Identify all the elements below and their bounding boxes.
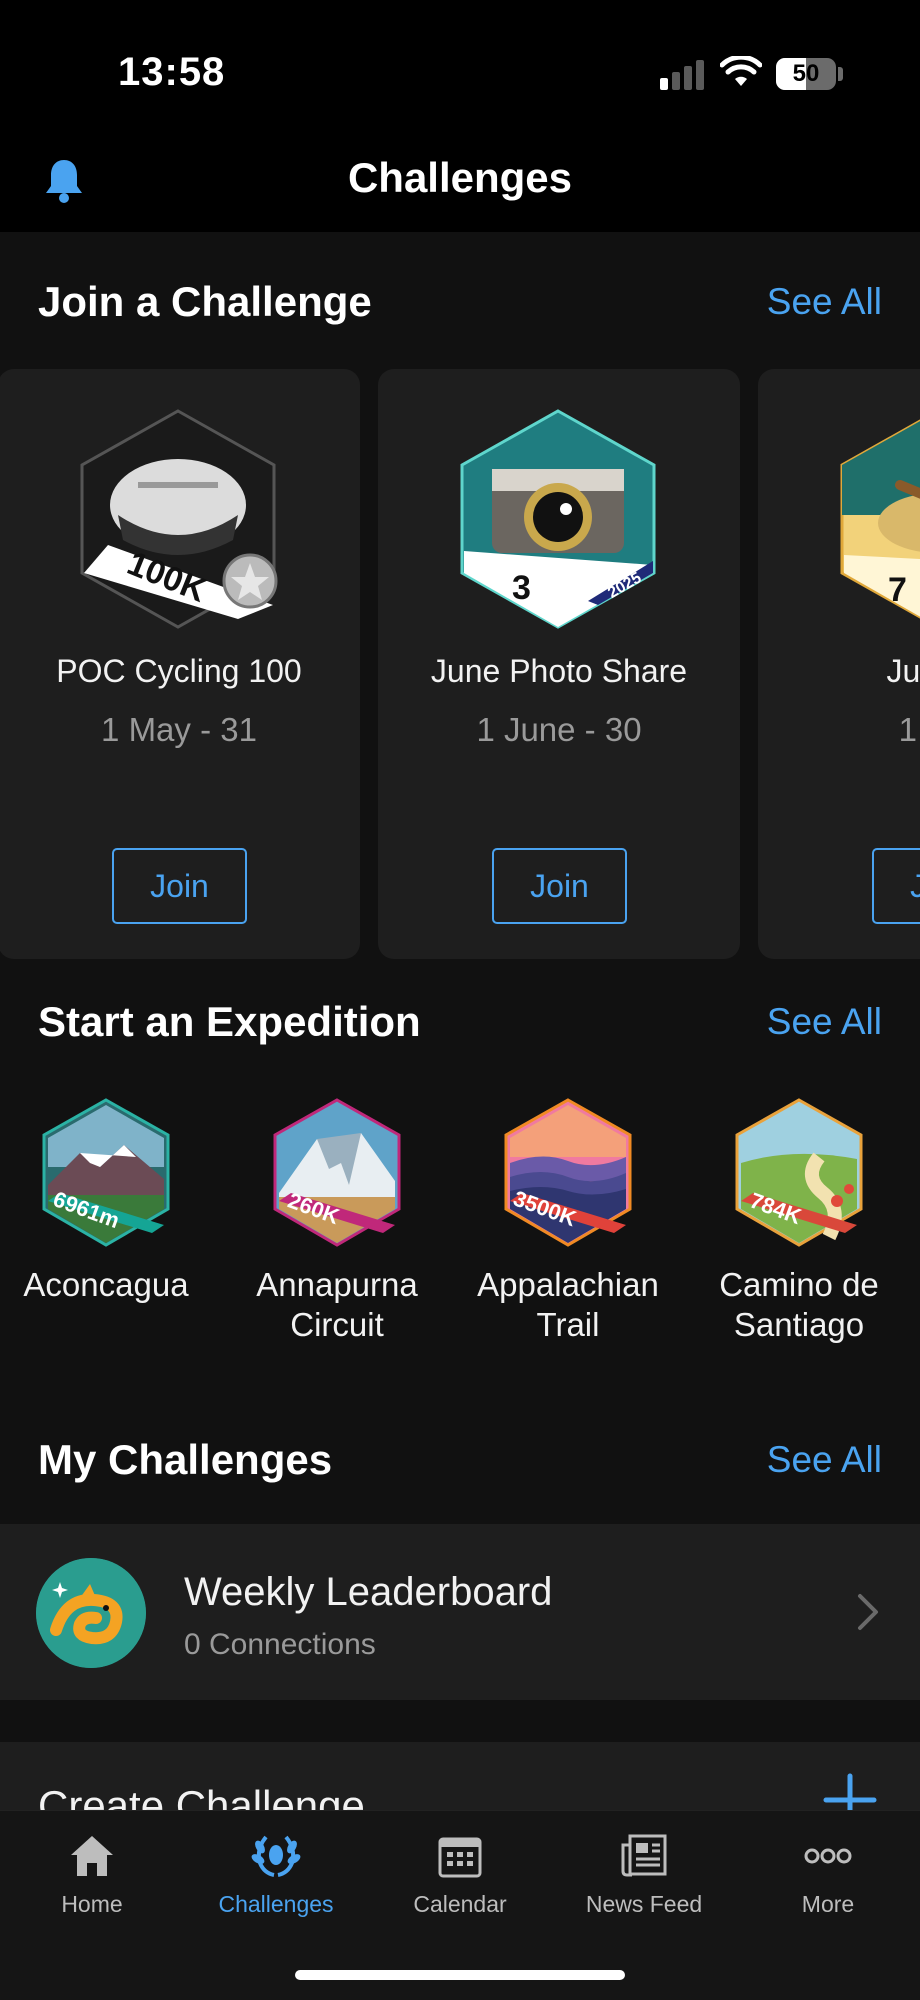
challenge-name: June Photo Share [430, 653, 688, 689]
challenge-dates: 1 May - 31 [101, 711, 257, 748]
path-fields-badge-icon: 784K [735, 1098, 863, 1247]
tab-label: Calendar [413, 1891, 507, 1917]
camera-badge-icon: 3 2025 [460, 409, 656, 629]
challenge-card[interactable]: 3 2025 June Photo Share 1 June - 30 Join [378, 369, 740, 959]
sunset-ridge-badge-icon: 3500K [504, 1098, 632, 1247]
expedition-name: Appalachian Trail [468, 1265, 668, 1345]
tab-label: News Feed [585, 1891, 703, 1917]
tab-label: Challenges [218, 1891, 334, 1917]
expedition-name: Aconcagua [6, 1265, 206, 1305]
challenge-card[interactable]: 7 June M 1 Jun Join [758, 369, 920, 959]
home-indicator[interactable] [295, 1970, 625, 1980]
challenge-dates: 1 Jun [898, 711, 920, 748]
expedition-name-line1: Appalachian [477, 1266, 659, 1303]
create-challenge-row[interactable]: Create Challenge [0, 1742, 920, 1810]
badge-text-number: 3 [512, 569, 531, 607]
cycling-helmet-badge-icon: 100K [80, 409, 278, 629]
bowl-badge-icon: 7 [840, 419, 920, 619]
challenge-name: June M [886, 653, 920, 689]
challenge-card[interactable]: 100K POC Cycling 100 1 May - 31 Join [0, 369, 360, 959]
tab-calendar[interactable]: Calendar [368, 1833, 552, 1918]
challenge-name: POC Cycling 100 [56, 653, 302, 689]
mountain-badge-icon: 6961m [42, 1098, 170, 1247]
list-item-title: Weekly Leaderboard [184, 1570, 553, 1614]
plus-icon[interactable] [822, 1772, 878, 1810]
tab-label: Home [61, 1891, 123, 1917]
battery-icon: 50 [776, 58, 836, 90]
expedition-name-line1: Annapurna [256, 1266, 418, 1303]
expedition-name: Annapurna Circuit [237, 1265, 437, 1345]
more-icon [804, 1848, 852, 1864]
join-button[interactable]: Join [112, 848, 247, 924]
my-section-title: My Challenges [38, 1436, 333, 1483]
join-button[interactable]: Join [872, 848, 920, 924]
signal-icon [660, 60, 704, 90]
avatar [36, 1558, 146, 1668]
challenge-dates: 1 June - 30 [476, 711, 642, 748]
wifi-icon [720, 56, 762, 86]
expedition-item[interactable]: 784K Camino de Santiago [699, 1097, 899, 1345]
join-see-all-link[interactable]: See All [767, 281, 882, 323]
expedition-name-line1: Aconcagua [23, 1266, 189, 1303]
chevron-right-icon [858, 1594, 878, 1630]
tab-home[interactable]: Home [0, 1833, 184, 1918]
nav-header: Challenges [0, 140, 920, 232]
expedition-name-line2: Santiago [733, 1306, 865, 1343]
status-bar: 13:58 50 [0, 0, 920, 140]
expedition-item[interactable]: 3500K Appalachian Trail [468, 1097, 668, 1345]
laurel-icon [251, 1835, 301, 1877]
tab-challenges[interactable]: Challenges [184, 1833, 368, 1918]
news-icon [621, 1834, 667, 1877]
expedition-name-line1: Camino de [719, 1266, 879, 1303]
page-title: Challenges [347, 154, 573, 201]
tab-label: More [801, 1891, 855, 1917]
expedition-item[interactable]: 6961m Aconcagua [6, 1097, 206, 1305]
my-see-all-link[interactable]: See All [767, 1439, 882, 1481]
expedition-see-all-link[interactable]: See All [767, 1001, 882, 1043]
tab-news-feed[interactable]: News Feed [552, 1833, 736, 1918]
home-icon [71, 1836, 113, 1876]
main-content[interactable]: Join a Challenge See All 100K POC Cyclin… [0, 232, 920, 1810]
list-item[interactable]: Weekly Leaderboard 0 Connections [0, 1524, 920, 1700]
join-button[interactable]: Join [492, 848, 627, 924]
status-time: 13:58 [118, 50, 226, 94]
expedition-name-line2: Trail [536, 1306, 600, 1343]
expedition-item[interactable]: 260K Annapurna Circuit [237, 1097, 437, 1345]
expedition-section-title: Start an Expedition [38, 998, 421, 1045]
battery-level: 50 [792, 60, 820, 87]
calendar-icon [438, 1837, 482, 1878]
expedition-name-line2: Circuit [290, 1306, 384, 1343]
expedition-name: Camino de Santiago [699, 1265, 899, 1345]
badge-text-number: 7 [888, 571, 907, 609]
list-item-subtitle: 0 Connections [184, 1628, 376, 1661]
join-section-header: Join a Challenge See All [38, 278, 882, 326]
my-section-header: My Challenges See All [38, 1436, 882, 1484]
expedition-section-header: Start an Expedition See All [38, 998, 882, 1046]
join-section-title: Join a Challenge [38, 278, 372, 325]
tab-more[interactable]: More [736, 1833, 920, 1918]
snow-peak-badge-icon: 260K [273, 1098, 401, 1247]
battery-tip [838, 67, 843, 81]
dragon-icon [36, 1558, 146, 1668]
create-challenge-label: Create Challenge [38, 1782, 365, 1810]
